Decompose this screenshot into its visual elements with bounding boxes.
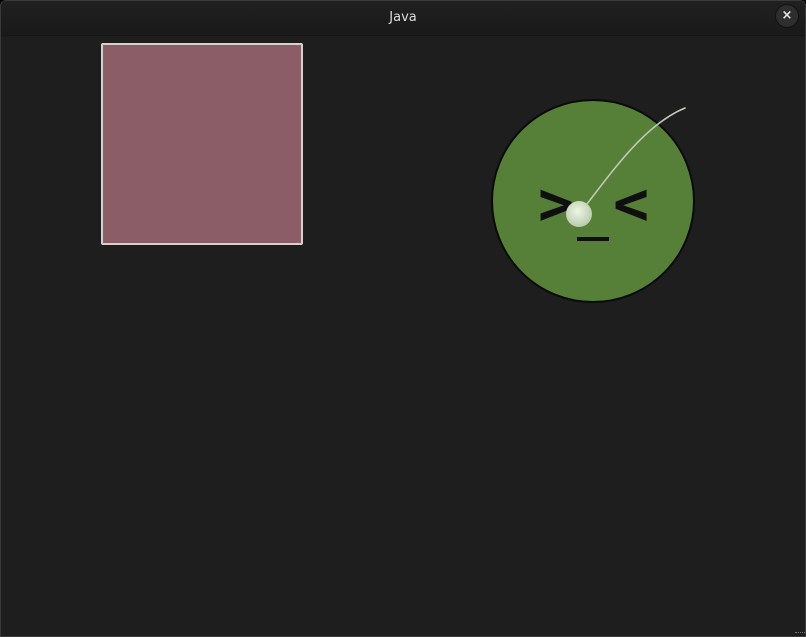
resize-grip[interactable] [795, 632, 805, 636]
window-title: Java [389, 10, 417, 25]
face-right-eye: < [613, 169, 649, 239]
face-left-eye: > [538, 169, 574, 239]
pink-square [101, 43, 303, 245]
face-mouth [577, 237, 609, 241]
green-face: > < [491, 99, 695, 303]
drawing-canvas[interactable]: > < [1, 36, 805, 636]
bouncing-ball [566, 201, 592, 227]
app-window: Java × > < [0, 0, 806, 637]
close-button[interactable]: × [775, 4, 799, 28]
face-circle [491, 99, 695, 303]
title-bar[interactable]: Java × [1, 1, 805, 36]
